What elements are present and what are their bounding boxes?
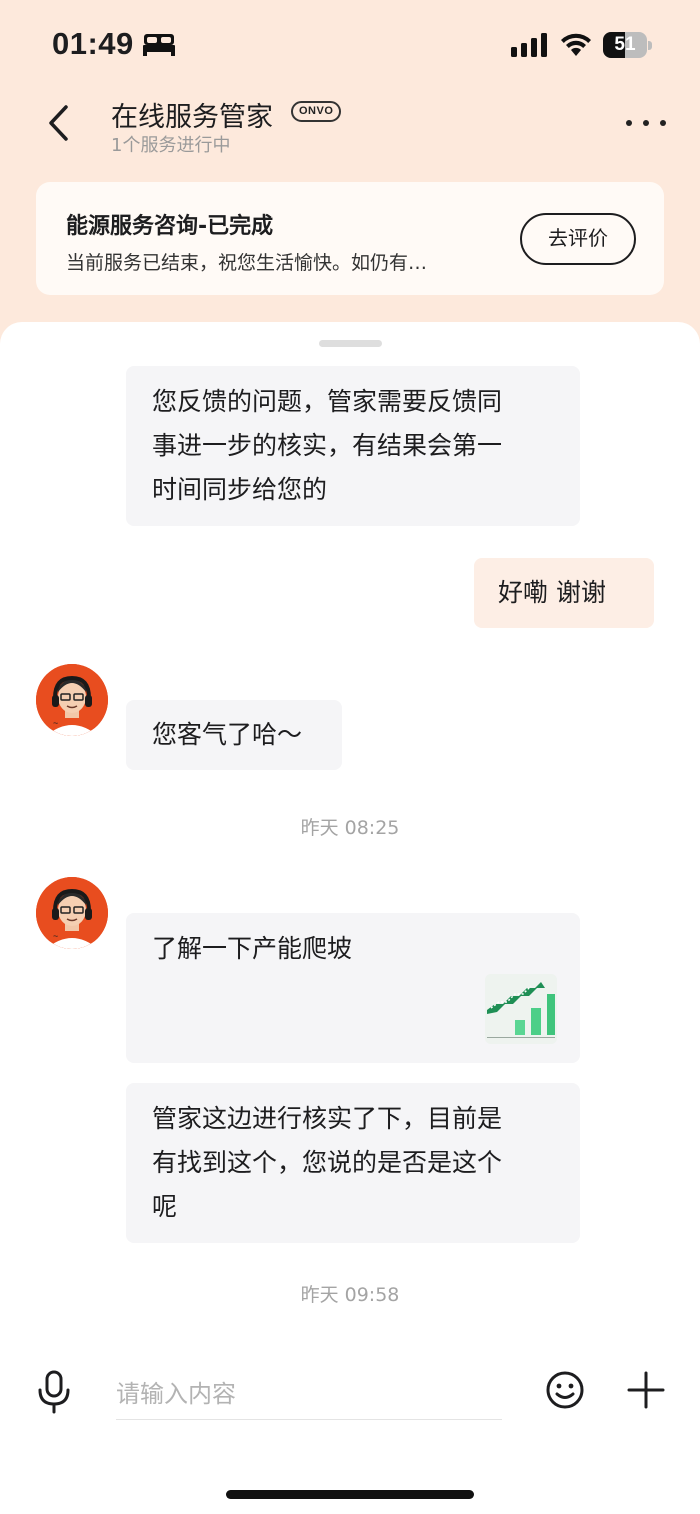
- brand-badge: ONVO: [291, 101, 342, 122]
- page-subtitle: 1个服务进行中: [111, 135, 231, 156]
- battery-icon: 51: [603, 32, 652, 58]
- status-bar: 01:49 51: [0, 0, 700, 92]
- attach-button[interactable]: [626, 1370, 666, 1410]
- message-text: 好嘞 谢谢: [498, 578, 606, 607]
- message-line: 事进一步的核实，有结果会第一: [152, 431, 503, 460]
- battery-percent: 51: [614, 34, 636, 55]
- page-title: 在线服务管家: [111, 102, 273, 133]
- input-bar: [0, 1340, 700, 1514]
- user-message-bubble[interactable]: 好嘞 谢谢: [474, 558, 654, 628]
- agent-avatar[interactable]: ~: [36, 664, 108, 736]
- voice-button[interactable]: [34, 1370, 74, 1414]
- chart-thumbnail-image: [485, 974, 557, 1044]
- message-text: 您客气了哈～: [152, 720, 303, 749]
- message-line: 呢: [152, 1192, 178, 1221]
- message-input[interactable]: [116, 1368, 502, 1420]
- agent-avatar-image: ~: [36, 664, 108, 736]
- svg-text:~: ~: [53, 931, 58, 941]
- message-timestamp: 昨天 08:25: [300, 817, 400, 839]
- message-text: 了解一下产能爬坡: [152, 934, 353, 963]
- review-button[interactable]: 去评价: [520, 213, 636, 265]
- more-button[interactable]: [620, 106, 672, 140]
- agent-avatar[interactable]: ~: [36, 877, 108, 949]
- service-card-description: 当前服务已结束，祝您生活愉快。如仍有…: [66, 252, 428, 274]
- chat-panel[interactable]: 您反馈的问题，管家需要反馈同 事进一步的核实，有结果会第一 时间同步给您的 好嘞…: [0, 322, 700, 1514]
- status-time: 01:49: [52, 26, 134, 61]
- message-line: 时间同步给您的: [152, 475, 328, 504]
- service-card-title: 能源服务咨询-已完成: [66, 214, 274, 239]
- message-line: 有找到这个，您说的是否是这个: [152, 1148, 503, 1177]
- signal-icon: [511, 33, 547, 57]
- agent-message-bubble[interactable]: 您反馈的问题，管家需要反馈同 事进一步的核实，有结果会第一 时间同步给您的: [126, 366, 580, 526]
- back-button[interactable]: [36, 100, 82, 146]
- message-line: 管家这边进行核实了下，目前是: [152, 1104, 503, 1133]
- plus-icon: [627, 1371, 665, 1409]
- bed-icon: [143, 34, 175, 56]
- agent-avatar-image: ~: [36, 877, 108, 949]
- svg-text:~: ~: [53, 718, 58, 728]
- emoji-button[interactable]: [545, 1370, 585, 1410]
- message-timestamp: 昨天 09:58: [300, 1284, 400, 1306]
- home-indicator[interactable]: [226, 1490, 474, 1499]
- chevron-left-icon: [49, 105, 68, 141]
- emoji-icon: [546, 1371, 584, 1409]
- agent-message-bubble[interactable]: 管家这边进行核实了下，目前是 有找到这个，您说的是否是这个 呢: [126, 1083, 580, 1243]
- wifi-icon: [561, 33, 591, 56]
- microphone-icon: [38, 1370, 70, 1414]
- service-status-card[interactable]: 能源服务咨询-已完成 当前服务已结束，祝您生活愉快。如仍有… 去评价: [36, 182, 664, 295]
- more-icon: [626, 120, 632, 126]
- agent-message-bubble[interactable]: 您客气了哈～: [126, 700, 342, 770]
- image-thumbnail[interactable]: [485, 974, 557, 1044]
- message-line: 您反馈的问题，管家需要反馈同: [152, 387, 503, 416]
- drag-handle[interactable]: [319, 340, 382, 347]
